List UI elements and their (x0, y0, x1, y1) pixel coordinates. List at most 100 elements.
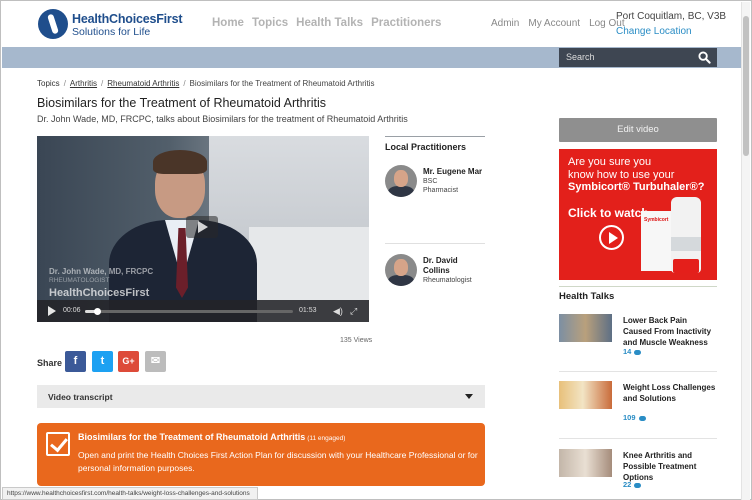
inhaler-cap (673, 259, 699, 273)
checkbox-icon (46, 432, 70, 456)
action-plan-card[interactable]: Biosimilars for the Treatment of Rheumat… (37, 423, 485, 486)
google-plus-share-button[interactable]: G+ (118, 351, 139, 372)
play-icon[interactable] (48, 306, 56, 316)
breadcrumb-topics[interactable]: Topics (37, 79, 60, 88)
user-nav: Admin My Account Log Out (491, 18, 625, 29)
health-talk-title[interactable]: Lower Back Pain Caused From Inactivity a… (623, 315, 717, 348)
health-talk-title[interactable]: Weight Loss Challenges and Solutions (623, 382, 717, 404)
nav-topics[interactable]: Topics (252, 17, 288, 29)
main-nav: Home Topics Health Talks Practitioners (212, 17, 441, 29)
ad-cta[interactable]: Click to watch (568, 206, 649, 220)
health-talk-divider (559, 438, 717, 439)
twitter-icon: t (100, 355, 105, 367)
practitioner-name[interactable]: Mr. Eugene Mar (423, 167, 482, 177)
search-icon[interactable] (698, 51, 711, 64)
site-header: HealthChoicesFirst Solutions for Life Ho… (2, 2, 742, 46)
comment-bubble-icon (634, 349, 642, 355)
video-transcript-toggle[interactable]: Video transcript (37, 385, 485, 408)
facebook-share-button[interactable]: f (65, 351, 86, 372)
health-talk-item[interactable]: Lower Back Pain Caused From Inactivity a… (559, 314, 717, 372)
health-talk-divider (559, 371, 717, 372)
twitter-share-button[interactable]: t (92, 351, 113, 372)
browser-status-bar: https://www.healthchoicesfirst.com/healt… (2, 487, 258, 500)
ad-line-1: Are you sure you (568, 156, 652, 168)
change-location-link[interactable]: Change Location (616, 26, 726, 37)
action-plan-title-text: Biosimilars for the Treatment of Rheumat… (78, 432, 306, 442)
breadcrumb-separator: / (183, 79, 186, 88)
brand-logo[interactable]: HealthChoicesFirst Solutions for Life (38, 9, 183, 41)
practitioner-photo (385, 254, 417, 286)
facebook-icon: f (73, 355, 78, 367)
ad-line-3: Symbicort® Turbuhaler®? (568, 181, 705, 193)
search-band: Search (2, 47, 742, 68)
share-label: Share (37, 358, 63, 368)
comment-count-value: 14 (623, 347, 632, 356)
volume-icon[interactable]: ◀) (333, 306, 343, 316)
brand-name: HealthChoicesFirst (72, 12, 183, 26)
video-big-play-icon[interactable] (186, 216, 218, 238)
page-scrollbar-thumb[interactable] (743, 16, 749, 156)
breadcrumb-arthritis[interactable]: Arthritis (70, 79, 97, 88)
ad-play-icon[interactable] (599, 225, 624, 250)
action-plan-title[interactable]: Biosimilars for the Treatment of Rheumat… (78, 432, 345, 442)
video-seek-bar[interactable] (85, 308, 293, 315)
practitioner-name[interactable]: Dr. David Collins (423, 256, 458, 276)
video-controls: 00:06 01:53 ◀) ⤢ (37, 300, 369, 322)
video-duration: 01:53 (299, 307, 317, 314)
practitioner-name-line2: Collins (423, 266, 450, 275)
action-plan-description: Open and print the Health Choices First … (78, 450, 478, 473)
my-account-link[interactable]: My Account (528, 18, 580, 29)
nav-home[interactable]: Home (212, 17, 244, 29)
practitioner-divider (385, 243, 485, 244)
edit-video-button[interactable]: Edit video (559, 118, 717, 142)
nav-health-talks[interactable]: Health Talks (296, 17, 363, 29)
health-talk-thumbnail (559, 381, 612, 409)
health-talk-comment-count: 109 (623, 413, 646, 422)
caret-down-icon (465, 394, 473, 399)
brand-tagline: Solutions for Life (72, 26, 151, 38)
comment-bubble-icon (638, 415, 646, 421)
video-presenter-hair (153, 150, 207, 174)
ad-product-label: Symbicort (644, 217, 669, 223)
video-seek-handle[interactable] (94, 308, 102, 315)
video-current-time: 00:06 (63, 307, 81, 314)
symbicort-ad-banner[interactable]: Are you sure you know how to use your Sy… (559, 149, 717, 280)
search-input[interactable]: Search (559, 48, 717, 67)
ad-product-box: Symbicort (641, 211, 675, 271)
fullscreen-icon[interactable]: ⤢ (350, 306, 357, 316)
practitioner-role: Pharmacist (423, 187, 459, 194)
health-talk-item[interactable]: Knee Arthritis and Possible Treatment Op… (559, 449, 717, 500)
health-talks-title: Health Talks (559, 291, 615, 302)
email-share-button[interactable]: ✉ (145, 351, 166, 372)
browser-viewport: HealthChoicesFirst Solutions for Life Ho… (0, 0, 752, 500)
health-talk-title[interactable]: Knee Arthritis and Possible Treatment Op… (623, 450, 717, 483)
action-plan-count: (11 engaged) (307, 435, 346, 442)
comment-count-value: 109 (623, 413, 636, 422)
practitioner-photo (385, 165, 417, 197)
email-icon: ✉ (150, 355, 161, 367)
practitioner-credential: BSC (423, 178, 438, 185)
admin-link[interactable]: Admin (491, 18, 519, 29)
current-location: Port Coquitlam, BC, V3B (616, 11, 727, 22)
page-scrollbar[interactable] (741, 2, 750, 500)
health-talk-comment-count: 22 (623, 480, 642, 489)
comment-count-value: 22 (623, 480, 632, 489)
health-talk-item[interactable]: Weight Loss Challenges and Solutions 109 (559, 381, 717, 439)
comment-bubble-icon (634, 482, 642, 488)
breadcrumb-current: Biosimilars for the Treatment of Rheumat… (189, 79, 375, 88)
health-talk-thumbnail (559, 314, 612, 342)
practitioner-role: Rheumatologist (423, 277, 472, 284)
health-talks-rule (559, 286, 717, 287)
nav-practitioners[interactable]: Practitioners (371, 17, 441, 29)
logo-mark-icon (38, 9, 68, 39)
inhaler-band (671, 237, 701, 251)
breadcrumb-rheumatoid-arthritis[interactable]: Rheumatoid Arthritis (107, 79, 179, 88)
breadcrumb-separator: / (101, 79, 104, 88)
video-player[interactable]: Dr. John Wade, MD, FRCPC RHEUMATOLOGIST … (37, 136, 369, 322)
video-transcript-label: Video transcript (48, 392, 113, 402)
health-talk-comment-count: 14 (623, 347, 642, 356)
search-placeholder: Search (566, 52, 595, 62)
breadcrumb: Topics / Arthritis / Rheumatoid Arthritis / Bi… (37, 79, 375, 88)
practitioner-name-line1: Dr. David (423, 256, 458, 265)
google-plus-icon: G+ (122, 356, 135, 366)
